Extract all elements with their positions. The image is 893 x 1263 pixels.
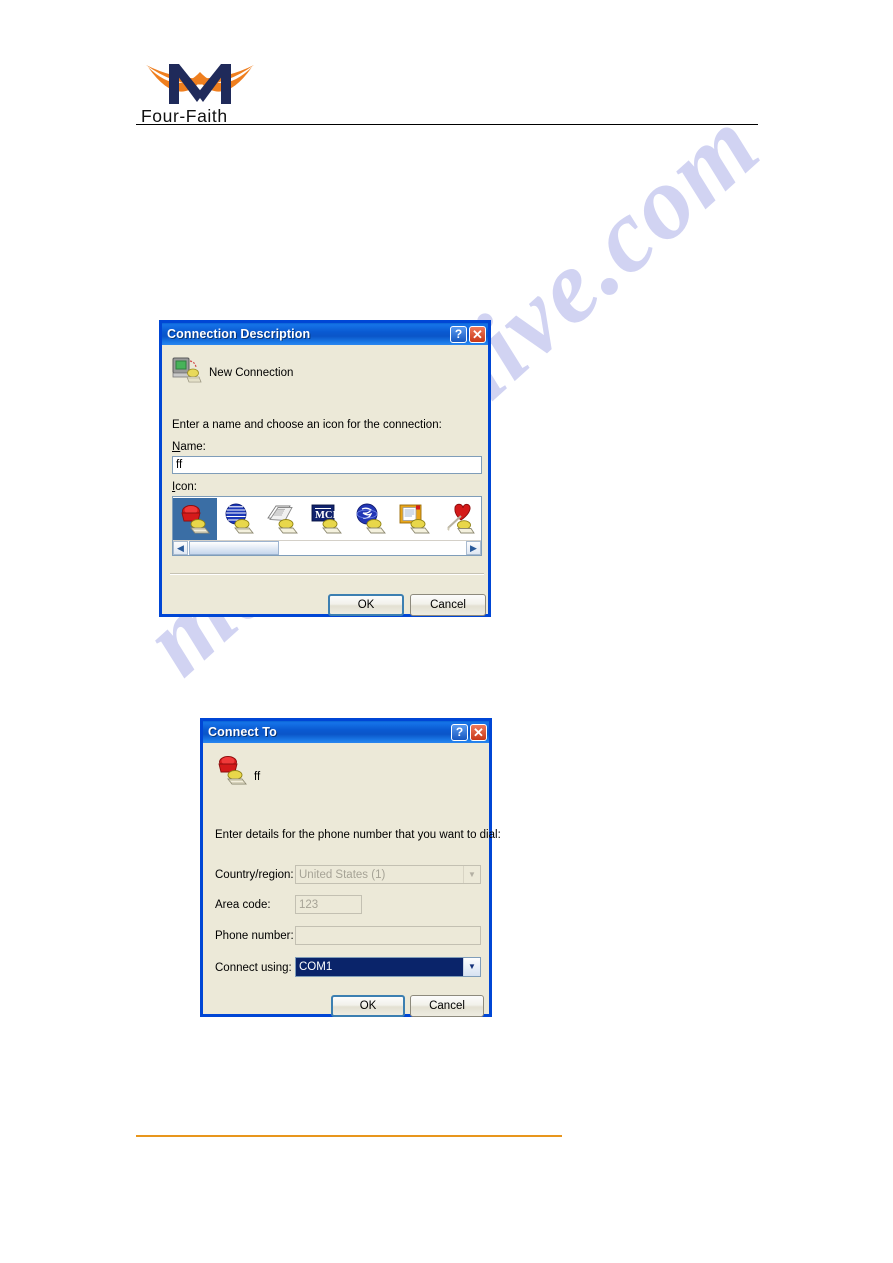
area-code-value: 123: [299, 898, 319, 911]
icon-option-newspaper[interactable]: [261, 498, 305, 540]
dialog1-cancel-button[interactable]: Cancel: [410, 594, 486, 616]
name-input[interactable]: ff: [172, 456, 482, 474]
close-icon[interactable]: ✕: [469, 325, 486, 343]
icon-picker-scroll-thumb[interactable]: [189, 541, 279, 555]
connect-using-combo[interactable]: COM1 ▼: [295, 957, 481, 977]
icon-picker-row[interactable]: MCI: [173, 497, 481, 540]
connect-using-value: COM1: [296, 958, 463, 976]
icon-option-document-notepad[interactable]: [393, 498, 437, 540]
dialog1-prompt: Enter a name and choose an icon for the …: [172, 419, 442, 431]
phone-number-label: Phone number:: [215, 930, 294, 942]
telephone-icon: [215, 753, 249, 790]
connect-to-dialog[interactable]: Connect To ? ✕ ff Enter details for the …: [200, 718, 501, 1017]
connection-name-label: ff: [254, 771, 261, 783]
new-connection-computer-icon: [172, 357, 202, 388]
dialog2-ok-button[interactable]: OK: [331, 995, 405, 1017]
dialog1-header-row: New Connection: [172, 357, 293, 388]
help-icon[interactable]: ?: [450, 325, 467, 343]
dialog1-separator: [170, 573, 484, 575]
dialog1-window-buttons[interactable]: ? ✕: [450, 325, 486, 343]
name-input-value: ff: [176, 459, 183, 471]
help-icon[interactable]: ?: [451, 723, 468, 741]
svg-text:Four-Faith: Four-Faith: [141, 106, 228, 126]
area-code-label: Area code:: [215, 899, 271, 911]
close-icon[interactable]: ✕: [470, 723, 487, 741]
scroll-right-icon[interactable]: ▶: [466, 541, 481, 555]
dialog2-title: Connect To: [208, 725, 277, 739]
dialog2-titlebar[interactable]: Connect To ? ✕: [203, 721, 489, 743]
phone-number-input[interactable]: [295, 926, 481, 945]
four-faith-logo: Four-Faith: [138, 52, 268, 127]
icon-picker-scroll-track[interactable]: [188, 541, 466, 555]
dialog2-body: ff Enter details for the phone number th…: [203, 743, 501, 1017]
icon-option-world-network[interactable]: [349, 498, 393, 540]
country-region-combo[interactable]: United States (1) ▼: [295, 865, 481, 884]
connect-using-label: Connect using:: [215, 962, 292, 974]
name-field-label: Name:: [172, 441, 206, 453]
country-region-value: United States (1): [299, 868, 386, 881]
header-divider: [136, 124, 758, 125]
dialog1-title: Connection Description: [167, 327, 311, 341]
chevron-down-icon[interactable]: ▼: [463, 866, 480, 883]
country-region-label: Country/region:: [215, 869, 294, 881]
connection-description-dialog[interactable]: Connection Description ? ✕ New Connectio…: [159, 320, 491, 617]
dialog2-prompt: Enter details for the phone number that …: [215, 829, 501, 841]
icon-picker-scrollbar[interactable]: ◀ ▶: [173, 540, 481, 555]
icon-picker[interactable]: MCI ◀ ▶: [172, 496, 482, 556]
document-page: manualshive.com Four-Faith Connection De…: [0, 0, 893, 1263]
icon-field-label: Icon:: [172, 481, 197, 493]
area-code-input[interactable]: 123: [295, 895, 362, 914]
chevron-down-icon[interactable]: ▼: [463, 958, 480, 976]
dialog1-titlebar[interactable]: Connection Description ? ✕: [162, 323, 488, 345]
dialog2-window-buttons[interactable]: ? ✕: [451, 723, 487, 741]
new-connection-label: New Connection: [209, 366, 294, 379]
icon-option-mci-logo[interactable]: MCI: [305, 498, 349, 540]
icon-option-telephone[interactable]: [173, 497, 217, 540]
dialog1-body: New Connection Enter a name and choose a…: [162, 345, 488, 616]
dialog2-cancel-button[interactable]: Cancel: [410, 995, 484, 1017]
dialog1-ok-button[interactable]: OK: [328, 594, 404, 616]
dialog2-header-row: ff: [215, 753, 260, 790]
icon-option-globe-sphere[interactable]: [217, 498, 261, 540]
svg-text:MCI: MCI: [315, 510, 337, 521]
icon-option-heart-dart[interactable]: [437, 498, 481, 540]
scroll-left-icon[interactable]: ◀: [173, 541, 188, 555]
footer-divider: [136, 1135, 562, 1137]
